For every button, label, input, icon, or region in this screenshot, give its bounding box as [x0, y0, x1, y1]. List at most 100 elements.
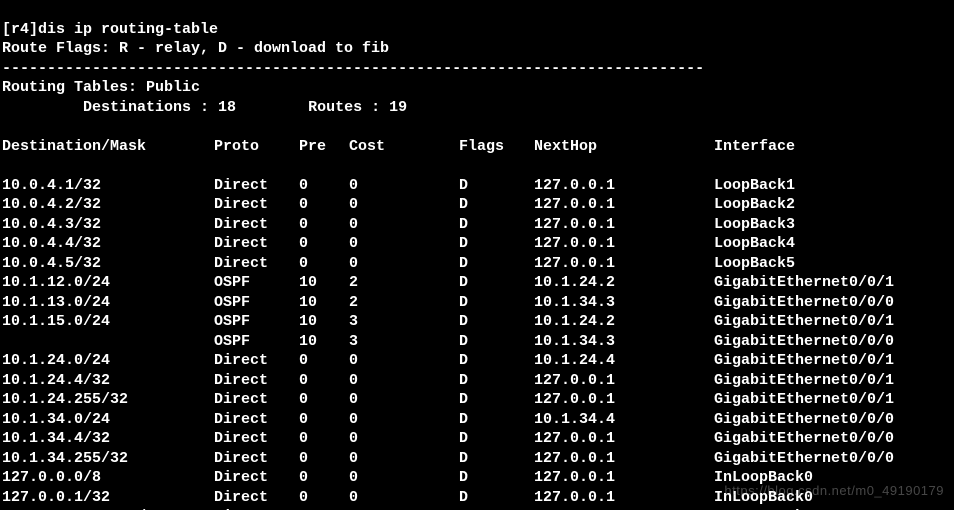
cell-destination: 10.1.12.0/24 — [2, 273, 214, 293]
cell-flags: D — [459, 293, 534, 313]
cell-pre: 0 — [299, 371, 349, 391]
table-row: 10.0.4.4/32Direct00D127.0.0.1LoopBack4 — [2, 234, 894, 254]
cell-pre: 0 — [299, 468, 349, 488]
table-row: 10.0.4.5/32Direct00D127.0.0.1LoopBack5 — [2, 254, 894, 274]
cell-pre: 0 — [299, 176, 349, 196]
header-destination: Destination/Mask — [2, 137, 214, 157]
cell-destination: 10.0.4.4/32 — [2, 234, 214, 254]
cell-flags: D — [459, 312, 534, 332]
cell-cost: 0 — [349, 449, 459, 469]
cell-cost: 0 — [349, 410, 459, 430]
cell-interface: LoopBack3 — [714, 215, 894, 235]
cell-cost: 0 — [349, 390, 459, 410]
cell-proto: OSPF — [214, 293, 299, 313]
header-flags: Flags — [459, 137, 534, 157]
cell-cost: 0 — [349, 234, 459, 254]
cell-destination: 10.1.34.4/32 — [2, 429, 214, 449]
cell-destination: 10.1.34.0/24 — [2, 410, 214, 430]
cell-pre: 0 — [299, 254, 349, 274]
cell-pre: 0 — [299, 215, 349, 235]
table-row: 10.1.24.0/24Direct00D10.1.24.4GigabitEth… — [2, 351, 894, 371]
cell-pre: 0 — [299, 429, 349, 449]
cell-cost: 0 — [349, 215, 459, 235]
table-row: OSPF103D10.1.34.3GigabitEthernet0/0/0 — [2, 332, 894, 352]
cell-interface: GigabitEthernet0/0/0 — [714, 410, 894, 430]
cell-cost: 2 — [349, 273, 459, 293]
cell-nexthop: 127.0.0.1 — [534, 371, 714, 391]
cell-proto: Direct — [214, 488, 299, 508]
terminal-output: [r4]dis ip routing-table Route Flags: R … — [0, 0, 954, 510]
cell-destination: 10.1.34.255/32 — [2, 449, 214, 469]
cell-proto: Direct — [214, 410, 299, 430]
cell-flags: D — [459, 215, 534, 235]
cell-flags: D — [459, 371, 534, 391]
cell-proto: Direct — [214, 215, 299, 235]
cell-nexthop: 127.0.0.1 — [534, 488, 714, 508]
summary-line: Destinations : 18 Routes : 19 — [2, 99, 407, 116]
cell-flags: D — [459, 390, 534, 410]
cell-interface: GigabitEthernet0/0/1 — [714, 273, 894, 293]
cell-interface: LoopBack5 — [714, 254, 894, 274]
table-row: 10.1.34.4/32Direct00D127.0.0.1GigabitEth… — [2, 429, 894, 449]
cell-nexthop: 10.1.34.4 — [534, 410, 714, 430]
cell-proto: Direct — [214, 371, 299, 391]
table-row: 10.1.13.0/24OSPF102D10.1.34.3GigabitEthe… — [2, 293, 894, 313]
header-proto: Proto — [214, 137, 299, 157]
cell-proto: Direct — [214, 176, 299, 196]
cell-proto: Direct — [214, 254, 299, 274]
cell-interface: GigabitEthernet0/0/0 — [714, 449, 894, 469]
cell-nexthop: 127.0.0.1 — [534, 254, 714, 274]
cell-destination — [2, 332, 214, 352]
cell-flags: D — [459, 195, 534, 215]
table-row: 10.0.4.1/32Direct00D127.0.0.1LoopBack1 — [2, 176, 894, 196]
cell-pre: 0 — [299, 351, 349, 371]
cell-cost: 0 — [349, 351, 459, 371]
cell-proto: Direct — [214, 449, 299, 469]
cell-nexthop: 10.1.34.3 — [534, 332, 714, 352]
cell-pre: 10 — [299, 273, 349, 293]
cell-nexthop: 127.0.0.1 — [534, 449, 714, 469]
command-line: [r4]dis ip routing-table — [2, 21, 218, 38]
cell-nexthop: 10.1.34.3 — [534, 293, 714, 313]
routing-tables-title: Routing Tables: Public — [2, 79, 200, 96]
cell-proto: Direct — [214, 429, 299, 449]
watermark-text: https://blog.csdn.net/m0_49190179 — [724, 483, 944, 500]
cell-pre: 0 — [299, 390, 349, 410]
cell-proto: Direct — [214, 468, 299, 488]
cell-cost: 0 — [349, 176, 459, 196]
cell-destination: 10.1.13.0/24 — [2, 293, 214, 313]
cell-pre: 0 — [299, 488, 349, 508]
cell-cost: 0 — [349, 429, 459, 449]
table-header-row: Destination/Mask Proto Pre Cost Flags Ne… — [2, 137, 894, 157]
table-row: 10.1.34.255/32Direct00D127.0.0.1GigabitE… — [2, 449, 894, 469]
cell-flags: D — [459, 410, 534, 430]
cell-pre: 10 — [299, 312, 349, 332]
cell-proto: OSPF — [214, 332, 299, 352]
cell-flags: D — [459, 273, 534, 293]
cell-proto: Direct — [214, 195, 299, 215]
cell-interface: GigabitEthernet0/0/1 — [714, 312, 894, 332]
cell-proto: Direct — [214, 234, 299, 254]
cell-cost: 0 — [349, 468, 459, 488]
cell-destination: 10.1.24.4/32 — [2, 371, 214, 391]
cell-flags: D — [459, 234, 534, 254]
cell-pre: 0 — [299, 410, 349, 430]
cell-nexthop: 127.0.0.1 — [534, 429, 714, 449]
cell-nexthop: 127.0.0.1 — [534, 468, 714, 488]
cell-interface: GigabitEthernet0/0/1 — [714, 371, 894, 391]
cell-nexthop: 127.0.0.1 — [534, 234, 714, 254]
table-row: 10.1.34.0/24Direct00D10.1.34.4GigabitEth… — [2, 410, 894, 430]
cell-flags: D — [459, 449, 534, 469]
cell-pre: 0 — [299, 449, 349, 469]
cell-nexthop: 10.1.24.2 — [534, 312, 714, 332]
cell-proto: Direct — [214, 351, 299, 371]
cell-flags: D — [459, 254, 534, 274]
cell-interface: GigabitEthernet0/0/0 — [714, 332, 894, 352]
cell-nexthop: 127.0.0.1 — [534, 215, 714, 235]
header-pre: Pre — [299, 137, 349, 157]
table-row: 10.1.24.4/32Direct00D127.0.0.1GigabitEth… — [2, 371, 894, 391]
destinations-label: Destinations : — [83, 99, 218, 116]
routes-count: 19 — [389, 99, 407, 116]
cell-destination: 10.1.24.255/32 — [2, 390, 214, 410]
cell-cost: 0 — [349, 488, 459, 508]
